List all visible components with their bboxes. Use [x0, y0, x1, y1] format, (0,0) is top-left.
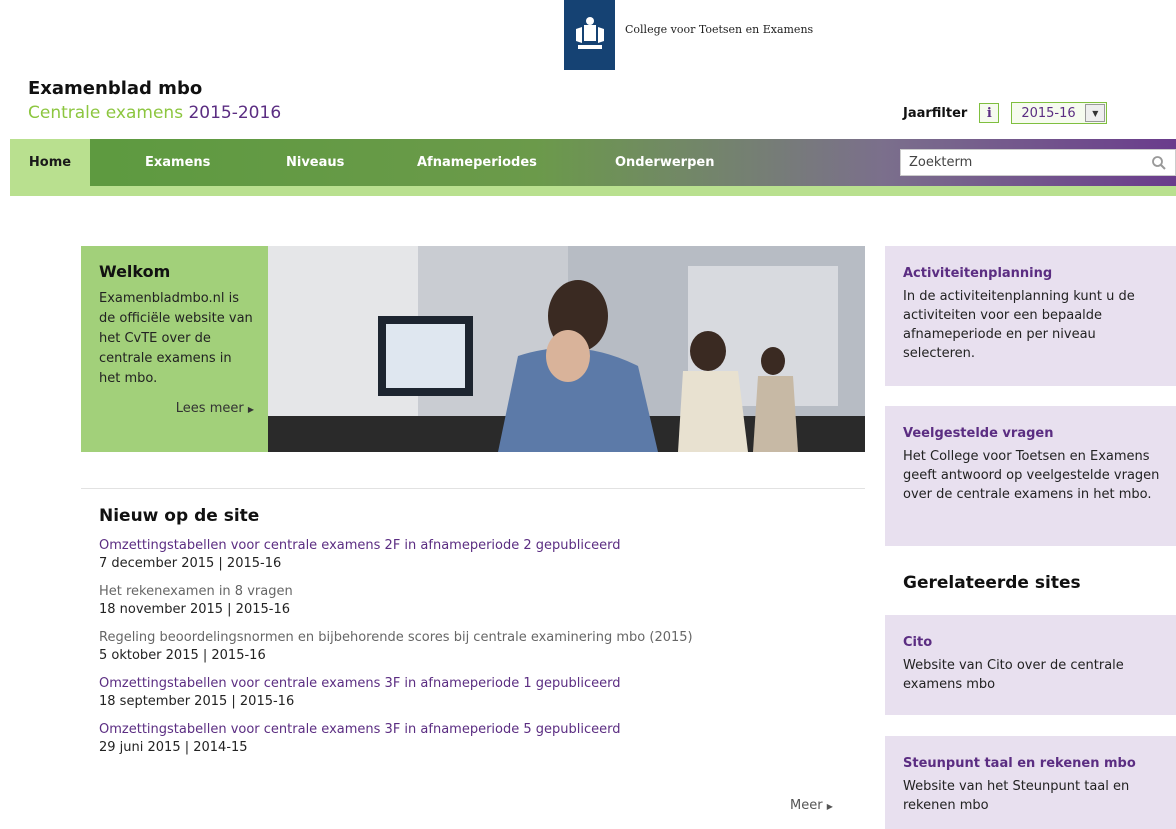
nav-item-niveaus[interactable]: Niveaus	[286, 139, 344, 186]
list-item: Omzettingstabellen voor centrale examens…	[99, 675, 819, 711]
welcome-title: Welkom	[99, 262, 171, 281]
news-list: Omzettingstabellen voor centrale examens…	[99, 537, 819, 767]
year-select-value: 2015-16	[1021, 105, 1076, 121]
read-more-label: Lees meer	[175, 401, 244, 416]
news-link[interactable]: Omzettingstabellen voor centrale examens…	[99, 721, 819, 739]
card-text: In de activiteitenplanning kunt u de act…	[903, 289, 1135, 361]
org-logo[interactable]: College voor Toetsen en Examens	[564, 0, 813, 70]
news-meta: 5 oktober 2015 | 2015-16	[99, 648, 266, 663]
search-input[interactable]	[901, 155, 1141, 170]
card-text: Website van Cito over de centrale examen…	[903, 658, 1124, 692]
list-item: Omzettingstabellen voor centrale examens…	[99, 537, 819, 573]
list-item: Regeling beoordelingsnormen en bijbehore…	[99, 629, 819, 665]
news-link[interactable]: Regeling beoordelingsnormen en bijbehore…	[99, 629, 819, 647]
site-subtitle: Centrale examens 2015-2016	[28, 103, 281, 123]
nav-underline	[10, 186, 1176, 196]
coat-of-arms-icon	[564, 0, 615, 70]
nav-item-afnameperiodes[interactable]: Afnameperiodes	[417, 139, 537, 186]
card-title[interactable]: Steunpunt taal en rekenen mbo	[903, 756, 1164, 771]
news-heading: Nieuw op de site	[99, 506, 260, 526]
news-link[interactable]: Het rekenexamen in 8 vragen	[99, 583, 819, 601]
subtitle-year: 2015-2016	[188, 103, 282, 123]
card-text: Het College voor Toetsen en Examens geef…	[903, 449, 1160, 502]
year-filter-label: Jaarfilter	[903, 105, 968, 121]
search-icon[interactable]	[1151, 155, 1167, 175]
year-select[interactable]: 2015-16 ▼	[1011, 102, 1108, 124]
year-filter: Jaarfilter i 2015-16 ▼	[903, 102, 1108, 124]
faq-card[interactable]: Veelgestelde vragen Het College voor Toe…	[885, 406, 1176, 546]
chevron-down-icon[interactable]: ▼	[1085, 104, 1106, 122]
nav-item-onderwerpen[interactable]: Onderwerpen	[615, 139, 714, 186]
cito-card[interactable]: Cito Website van Cito over de centrale e…	[885, 615, 1176, 715]
welcome-panel: Welkom Examenbladmbo.nl is de officiële …	[81, 246, 268, 452]
more-news-link[interactable]: Meer ▶	[790, 798, 833, 813]
more-news-label: Meer	[790, 798, 823, 813]
org-name: College voor Toetsen en Examens	[625, 23, 814, 36]
card-title[interactable]: Cito	[903, 635, 1164, 650]
activity-planning-card[interactable]: Activiteitenplanning In de activiteitenp…	[885, 246, 1176, 386]
news-meta: 7 december 2015 | 2015-16	[99, 556, 282, 571]
news-meta: 29 juni 2015 | 2014-15	[99, 740, 248, 755]
chevron-right-icon: ▶	[826, 802, 833, 811]
nav-item-examens[interactable]: Examens	[145, 139, 210, 186]
welcome-text: Examenbladmbo.nl is de officiële website…	[99, 291, 253, 386]
search-box	[900, 149, 1176, 176]
news-link[interactable]: Omzettingstabellen voor centrale examens…	[99, 675, 819, 693]
info-button[interactable]: i	[979, 103, 1000, 123]
list-item: Omzettingstabellen voor centrale examens…	[99, 721, 819, 757]
subtitle-prefix: Centrale examens	[28, 103, 189, 123]
card-title[interactable]: Activiteitenplanning	[903, 266, 1164, 281]
card-text: Website van het Steunpunt taal en rekene…	[903, 779, 1130, 813]
hero-image	[268, 246, 865, 452]
news-meta: 18 november 2015 | 2015-16	[99, 602, 290, 617]
divider	[81, 488, 865, 489]
read-more-link[interactable]: Lees meer ▶	[176, 401, 254, 416]
steunpunt-card[interactable]: Steunpunt taal en rekenen mbo Website va…	[885, 736, 1176, 829]
site-title[interactable]: Examenblad mbo	[28, 78, 202, 99]
news-link[interactable]: Omzettingstabellen voor centrale examens…	[99, 537, 819, 555]
news-meta: 18 september 2015 | 2015-16	[99, 694, 295, 709]
list-item: Het rekenexamen in 8 vragen 18 november …	[99, 583, 819, 619]
card-title[interactable]: Veelgestelde vragen	[903, 426, 1164, 441]
related-sites-heading: Gerelateerde sites	[903, 573, 1081, 593]
chevron-right-icon: ▶	[247, 405, 254, 414]
